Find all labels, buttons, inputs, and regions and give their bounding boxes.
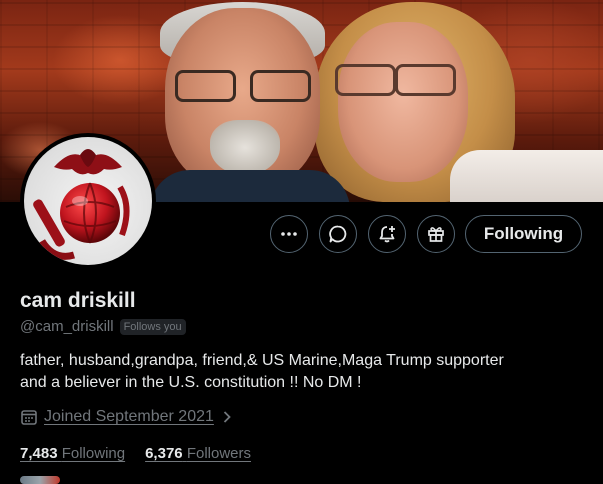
message-button[interactable] <box>319 215 357 253</box>
followers-count: 6,376 <box>145 445 183 462</box>
banner-man-beard <box>210 120 280 175</box>
follows-you-badge: Follows you <box>119 318 186 335</box>
display-name: cam driskill <box>20 289 136 312</box>
mutual-followers-avatars[interactable] <box>20 476 60 484</box>
followers-count-link[interactable]: 6,376 Followers <box>145 445 251 462</box>
more-horizontal-icon <box>281 232 297 236</box>
bio-line-2: and a believer in the U.S. constitution … <box>20 374 362 391</box>
message-bubble-icon <box>329 225 347 243</box>
banner-glasses-left-2 <box>335 64 396 96</box>
chevron-right-icon <box>223 411 231 423</box>
joined-date-link[interactable]: Joined September 2021 <box>20 408 234 426</box>
banner-glasses-right-2 <box>395 64 456 96</box>
user-handle: @cam_driskill <box>20 318 114 335</box>
banner-glasses-left <box>175 70 236 102</box>
notifications-button[interactable] <box>368 215 406 253</box>
handle-row: @cam_driskill Follows you <box>20 318 186 335</box>
profile-actions: Following <box>0 215 603 255</box>
bio-line-1: father, husband,grandpa, friend,& US Mar… <box>20 352 504 369</box>
following-count: 7,483 <box>20 445 58 462</box>
banner-woman-face <box>338 22 468 182</box>
follow-stats: 7,483 Following 6,376 Followers <box>20 445 251 462</box>
bell-plus-icon <box>379 226 395 243</box>
following-count-link[interactable]: 7,483 Following <box>20 445 125 462</box>
calendar-icon <box>21 410 37 425</box>
banner-glasses-right <box>250 70 311 102</box>
following-label: Following <box>61 445 126 462</box>
more-options-button[interactable] <box>270 215 308 253</box>
following-button[interactable]: Following <box>465 215 582 253</box>
banner-man-shirt <box>150 170 350 202</box>
joined-date-text: Joined September 2021 <box>44 408 214 425</box>
profile-bio: father, husband,grandpa, friend,& US Mar… <box>20 350 590 394</box>
gift-icon <box>428 227 444 242</box>
banner-woman-top <box>450 150 603 202</box>
gift-button[interactable] <box>417 215 455 253</box>
followers-label: Followers <box>186 445 251 462</box>
